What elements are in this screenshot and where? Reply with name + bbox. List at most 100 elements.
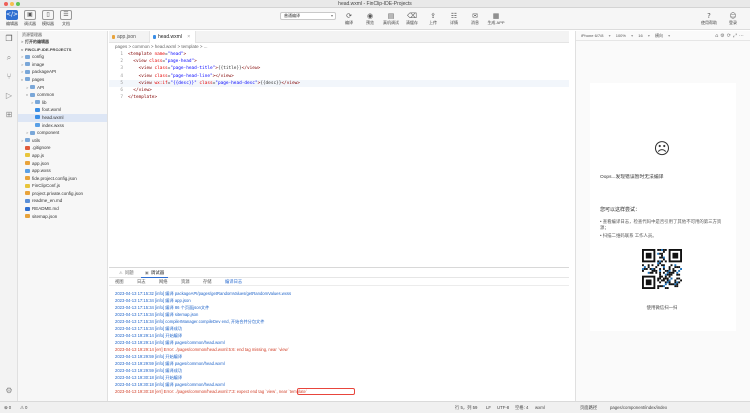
code-line[interactable]: 6 </view> xyxy=(109,87,569,94)
language-mode[interactable]: wxml xyxy=(535,402,545,413)
page-path[interactable]: pages/component/index/index xyxy=(610,402,667,413)
phone-button[interactable]: ▯ 模拟器 xyxy=(40,10,56,28)
log-line: 2023-04-13 17:15:34 [info] 编译 app.json xyxy=(115,297,569,304)
tree-item-index-wxss[interactable]: index.wxss xyxy=(18,122,107,130)
js-file-icon xyxy=(25,153,30,158)
search-icon[interactable]: ⌕ xyxy=(4,53,14,63)
error-count[interactable]: ⊗ 0 xyxy=(4,402,11,413)
files-icon[interactable]: ❐ xyxy=(4,34,14,44)
tree-item-api[interactable]: > API xyxy=(18,84,107,92)
subtab-5[interactable]: 存储 xyxy=(203,278,212,286)
code-text: <view class="page-head-title">{{title}}<… xyxy=(138,66,261,72)
preview-button[interactable]: ◉ 预览 xyxy=(361,12,379,26)
try-title: 您可以这样尝试： xyxy=(600,207,641,213)
tree-item-label: foot.wxml xyxy=(42,107,62,113)
zoom-select[interactable]: 100% xyxy=(616,33,626,38)
code-button[interactable]: </> 编辑器 xyxy=(4,10,20,28)
open-editors-section[interactable]: > 打开的编辑器 xyxy=(18,38,107,46)
tab-app-json[interactable]: app.json xyxy=(109,31,141,43)
breadcrumb[interactable]: pages > common > head.wxml > template > … xyxy=(109,43,569,51)
tree-item-finclipconf-js[interactable]: FinClipConf.js xyxy=(18,182,107,190)
warning-icon: ⚠ xyxy=(119,270,123,275)
compile-mode-select[interactable]: 普通编译 ▾ xyxy=(280,12,336,20)
project-section[interactable]: v FINCLIP-IDE-PROJECTS xyxy=(18,46,107,54)
tree-item-utils[interactable]: > utils xyxy=(18,137,107,145)
tab-head-wxml[interactable]: head.wxml × xyxy=(149,31,197,43)
tree-item-label: API xyxy=(37,84,45,90)
tree-item-image[interactable]: > image xyxy=(18,61,107,69)
user-button[interactable]: ☺ 登录 xyxy=(724,12,742,26)
encoding[interactable]: UTF-8 xyxy=(497,402,509,413)
tree-item-label: component xyxy=(37,130,60,136)
tab-problems[interactable]: ⚠ 问题 xyxy=(115,268,138,278)
code-line[interactable]: 2 <view class="page-head"> xyxy=(109,58,569,65)
device-debug-button[interactable]: ▤ 真机调试 xyxy=(382,12,400,26)
tree-item-app-json[interactable]: app.json xyxy=(18,160,107,168)
warning-count[interactable]: ⚠ 0 xyxy=(20,402,27,413)
tree-item-sitemap-json[interactable]: sitemap.json xyxy=(18,213,107,221)
code-line[interactable]: 4 <view class="page-head-line"></view> xyxy=(109,73,569,80)
tip-item: • 扫描二维码联系 工作人员。 xyxy=(600,233,657,238)
code-line[interactable]: 3 <view class="page-head-title">{{title}… xyxy=(109,65,569,72)
chevron-down-icon: ▾ xyxy=(668,33,671,38)
extensions-icon[interactable]: ⊞ xyxy=(4,110,14,120)
tree-item-app-wxss[interactable]: app.wxss xyxy=(18,167,107,175)
simulator-panel: iPhone 6/7/8 ▾ 100% ▾ 16 ▾ 横向 ▾ ⌂⚙⟳⤢⋯ ☹ … xyxy=(575,31,750,401)
tree-item-component[interactable]: > component xyxy=(18,129,107,137)
code-area[interactable]: 1 <template name="head"> 2 <view class="pa… xyxy=(109,51,569,101)
device-select[interactable]: iPhone 6/7/8 xyxy=(581,33,603,38)
tree-item-readme-en-md[interactable]: readme_en.md xyxy=(18,197,107,205)
indent-setting[interactable]: 空格: 4 xyxy=(515,402,528,413)
debug-button[interactable]: ▣ 调试器 xyxy=(22,10,38,28)
clear-cache-button[interactable]: ⌫ 清缓存 xyxy=(403,12,421,26)
code-line[interactable]: 7 </template> xyxy=(109,94,569,101)
tree-item-project-private-config-json[interactable]: project.private.config.json xyxy=(18,190,107,198)
help-button[interactable]: ? 使用帮助 xyxy=(700,12,718,26)
tree-item-pages[interactable]: v pages xyxy=(18,76,107,84)
details-button[interactable]: ☷ 详情 xyxy=(445,12,463,26)
run-debug-icon[interactable]: ▷ xyxy=(4,91,14,101)
subtab-2[interactable]: 日志 xyxy=(137,278,146,286)
line-number: 4 xyxy=(120,73,123,79)
details-icon: ☷ xyxy=(450,12,458,20)
subtab-4[interactable]: 资源 xyxy=(181,278,190,286)
tree-item-config[interactable]: > config xyxy=(18,53,107,61)
message-button[interactable]: ✉ 消息 xyxy=(466,12,484,26)
tree-item-readme-md[interactable]: README.md xyxy=(18,205,107,213)
subtab-1[interactable]: 视图 xyxy=(115,278,124,286)
orientation-select[interactable]: 横向 xyxy=(655,33,663,38)
build-app-button[interactable]: ▦ 生成 APP xyxy=(487,12,505,26)
tree-item-label: fide.project.config.json xyxy=(32,175,77,181)
log-text: 2023-04-13 17:15:34 [info] 编译 86 个页面json… xyxy=(115,305,210,310)
tree-item-packageapi[interactable]: > packageAPI xyxy=(18,68,107,76)
network-select[interactable]: 16 xyxy=(638,33,642,38)
tree-item-gitignore[interactable]: .gitignore xyxy=(18,144,107,152)
subtab-3[interactable]: 网络 xyxy=(159,278,168,286)
simulator-screen: ☹ Oops...发现错误暂时无法编译 您可以这样尝试： • 查看编译日志，检查… xyxy=(590,83,736,331)
tree-item-fide-project-config-json[interactable]: fide.project.config.json xyxy=(18,175,107,183)
log-text: 2023-04-13 19:29:14 [info] 编译 pages/comm… xyxy=(115,340,225,345)
cursor-position[interactable]: 行 5，列 59 xyxy=(455,402,477,413)
page-path-label: 页面路径 xyxy=(580,405,598,410)
source-control-icon[interactable]: ⑂ xyxy=(4,72,14,82)
subtab-6[interactable]: 编译日志 xyxy=(225,278,242,286)
code-text: <view wx:if="{{desc}}" class="page-head-… xyxy=(138,80,300,86)
code-line[interactable]: 5 <view wx:if="{{desc}}" class="page-hea… xyxy=(109,79,569,87)
tree-item-lib[interactable]: > lib xyxy=(18,99,107,107)
compile-button[interactable]: ⟳ 编译 xyxy=(340,12,358,26)
tree-item-app-js[interactable]: app.js xyxy=(18,152,107,160)
tree-item-label: utils xyxy=(32,137,41,143)
tree-item-head-wxml[interactable]: head.wxml xyxy=(18,113,107,122)
tree-item-label: pages xyxy=(32,76,45,82)
eol-mode[interactable]: LF xyxy=(486,402,491,413)
settings-gear-icon[interactable]: ⚙ xyxy=(4,386,14,396)
more-icon[interactable]: ⋯ xyxy=(739,33,746,39)
upload-button[interactable]: ⇪ 上传 xyxy=(424,12,442,26)
code-line[interactable]: 1 <template name="head"> xyxy=(109,51,569,58)
tree-item-common[interactable]: v common xyxy=(18,91,107,99)
tab-debugger[interactable]: ▣ 调试器 xyxy=(141,268,169,278)
doc-button[interactable]: ☰ 文档 xyxy=(58,10,74,28)
close-tab-icon[interactable]: × xyxy=(187,34,190,40)
tree-item-foot-wxml[interactable]: foot.wxml xyxy=(18,106,107,114)
tree-item-label: index.wxss xyxy=(42,122,65,128)
